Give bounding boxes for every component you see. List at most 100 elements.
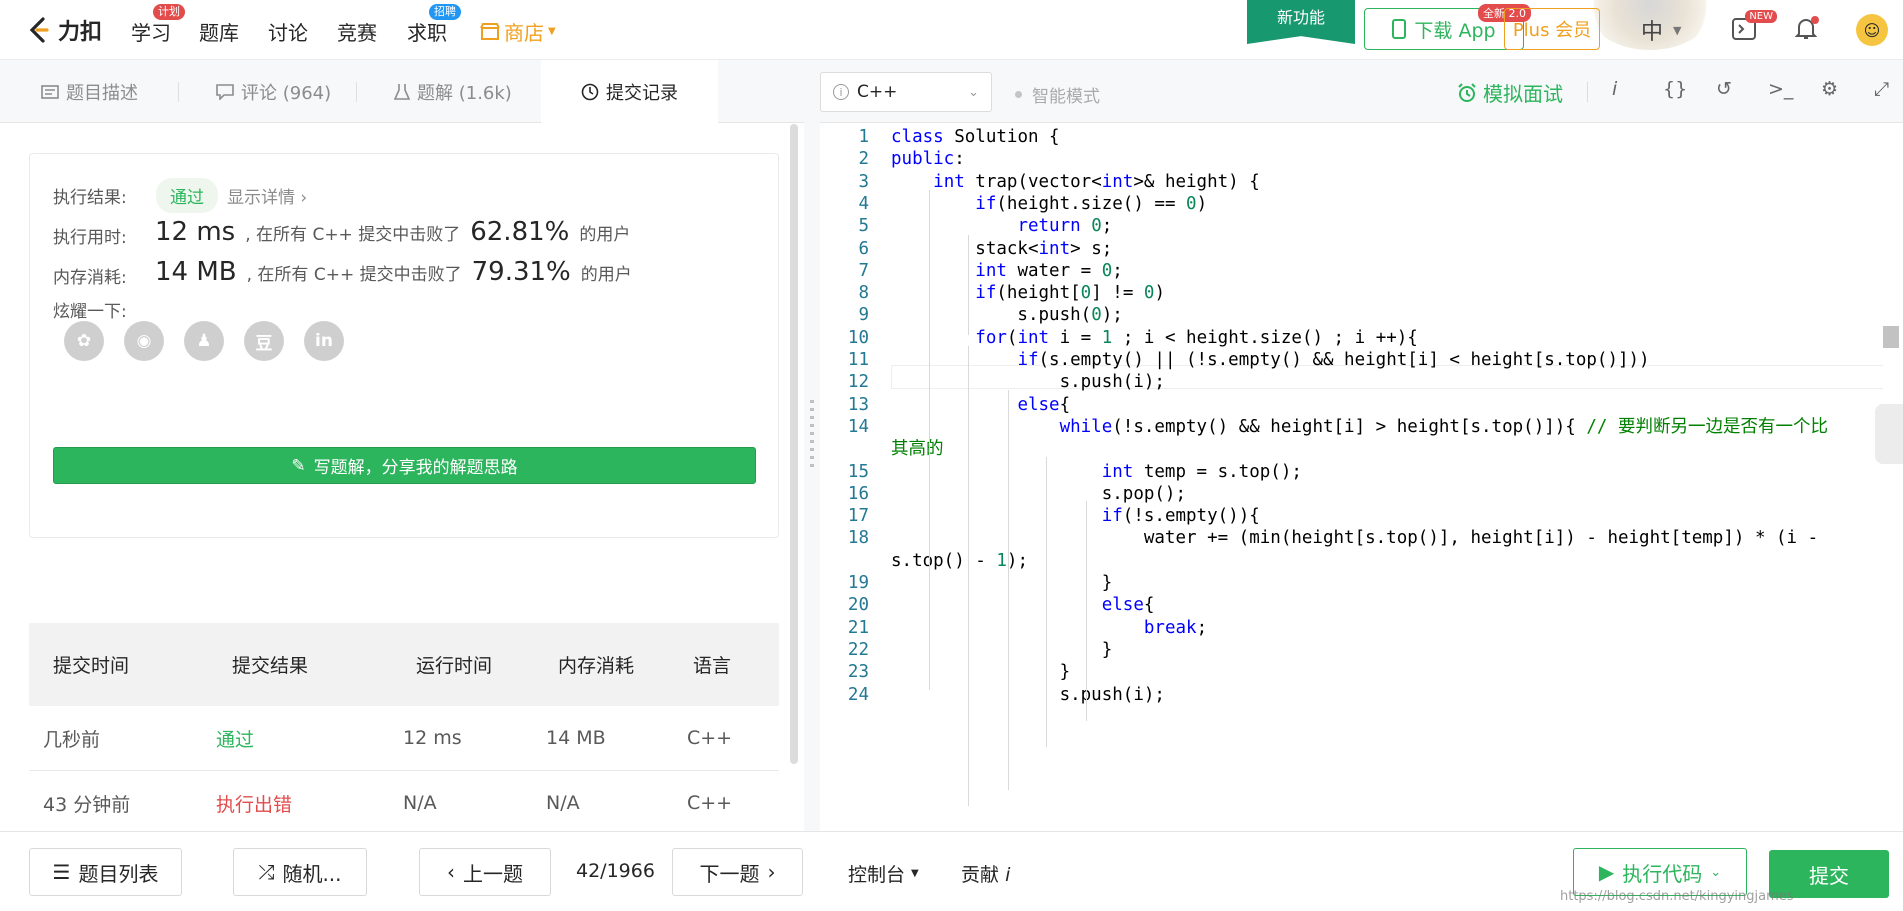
- code-area[interactable]: 1 class Solution {2 public: 3 int trap(vect…: [820, 123, 1903, 827]
- header-result: 提交结果: [232, 655, 309, 677]
- panel-splitter[interactable]: [804, 60, 820, 831]
- info-italic-icon[interactable]: i: [1612, 78, 1617, 100]
- tab-solutions[interactable]: 题解 (1.6k): [394, 60, 512, 123]
- run-code-label: 执行代码: [1622, 861, 1703, 886]
- weibo-icon[interactable]: ◉: [124, 321, 164, 361]
- table-header: 提交时间 提交结果 运行时间 内存消耗 语言: [29, 623, 779, 706]
- submission-runtime: N/A: [403, 792, 437, 814]
- code-editor-panel: i C++ ⌄ 智能模式 模拟面试 i {} ↺ >_ ⚙ ⤢ 1 class S…: [820, 60, 1903, 831]
- table-row[interactable]: 几秒前 通过 12 ms 14 MB C++: [29, 706, 779, 771]
- code-line[interactable]: 14 while(!s.empty() && height[i] > heigh…: [820, 414, 1880, 441]
- notification-button[interactable]: [1789, 12, 1823, 46]
- console-toggle[interactable]: 控制台 ▼: [848, 860, 919, 887]
- nav-jobs-label: 求职: [407, 21, 447, 45]
- header-runtime: 运行时间: [416, 655, 493, 677]
- linkedin-icon[interactable]: in: [304, 321, 344, 361]
- runtime-label: 执行用时:: [53, 228, 127, 248]
- plus-member-button[interactable]: Plus 会员: [1504, 8, 1600, 50]
- problem-tabs: 题目描述 评论 (964) 题解 (1.6k) 提交记录: [0, 60, 804, 123]
- memory-tail: 的用户: [580, 265, 632, 285]
- avatar-image: ☺: [1863, 20, 1881, 40]
- submission-result[interactable]: 执行出错: [216, 790, 403, 817]
- shuffle-icon: ⤮: [258, 860, 275, 884]
- nav-problems[interactable]: 题库: [199, 17, 239, 46]
- tab-description[interactable]: 题目描述: [41, 60, 138, 123]
- show-details-link[interactable]: 显示详情 ›: [227, 183, 307, 208]
- editor-scrollbar-thumb[interactable]: [1883, 326, 1899, 348]
- wechat-icon[interactable]: ✿: [64, 321, 104, 361]
- leetcode-logo[interactable]: 力扣: [26, 12, 102, 48]
- language-label: 中: [1641, 20, 1664, 45]
- indent-guide: [929, 190, 930, 690]
- submission-result[interactable]: 通过: [216, 725, 403, 752]
- language-select[interactable]: i C++ ⌄: [820, 72, 992, 112]
- prev-problem-button[interactable]: ‹ 上一题: [419, 848, 551, 896]
- fullscreen-icon[interactable]: ⤢: [1874, 78, 1889, 100]
- play-icon: ▶: [1598, 860, 1615, 884]
- braces-icon[interactable]: {}: [1663, 78, 1687, 100]
- qq-icon[interactable]: ♟: [184, 321, 224, 361]
- document-icon: [41, 84, 59, 99]
- store-icon: [480, 22, 500, 40]
- nav-jobs[interactable]: 求职 招聘: [407, 4, 461, 46]
- chevron-down-icon: ▼: [548, 26, 556, 37]
- mock-interview-button[interactable]: 模拟面试: [1457, 78, 1563, 107]
- tab-submissions[interactable]: 提交记录: [541, 60, 718, 123]
- random-button[interactable]: ⤮ 随机...: [233, 848, 367, 896]
- clock-icon: [581, 83, 599, 100]
- chevron-right-icon: ›: [767, 860, 776, 884]
- chevron-down-icon: ▼: [911, 868, 919, 879]
- reset-icon[interactable]: ↺: [1716, 78, 1732, 100]
- language-switch[interactable]: 中 ▼: [1641, 14, 1681, 46]
- tab-submissions-label: 提交记录: [606, 82, 678, 104]
- bottom-bar: ☰ 题目列表 ⤮ 随机... ‹ 上一题 42/1966 下一题 › 控制台 ▼…: [0, 831, 1903, 911]
- douban-icon[interactable]: 豆: [244, 321, 284, 361]
- runtime-percentile: 62.81%: [470, 217, 570, 247]
- smart-mode-toggle[interactable]: 智能模式: [1015, 82, 1100, 107]
- terminal-icon[interactable]: >_: [1768, 78, 1793, 100]
- submission-memory: 14 MB: [546, 727, 606, 749]
- table-row[interactable]: 43 分钟前 执行出错 N/A N/A C++: [29, 771, 779, 831]
- tab-comments[interactable]: 评论 (964): [216, 60, 331, 123]
- new-feature-banner[interactable]: 新功能: [1247, 0, 1355, 44]
- settings-icon[interactable]: ⚙: [1821, 78, 1838, 100]
- memory-label: 内存消耗:: [53, 268, 127, 288]
- drag-handle-icon: [810, 400, 814, 470]
- editor-toolbar: i C++ ⌄ 智能模式 模拟面试 i {} ↺ >_ ⚙ ⤢: [820, 60, 1903, 123]
- download-app-button[interactable]: 下载 App 全新 2.0: [1364, 4, 1531, 50]
- contribute-button[interactable]: 贡献 i: [961, 860, 1010, 887]
- runtime-text: , 在所有 C++ 提交中击败了: [245, 225, 461, 245]
- side-panel-tab[interactable]: [1875, 404, 1903, 464]
- header-language: 语言: [693, 655, 732, 677]
- next-problem-button[interactable]: 下一题 ›: [672, 848, 803, 896]
- memory-percentile: 79.31%: [471, 257, 571, 287]
- nav-contest[interactable]: 竞赛: [337, 17, 377, 46]
- nav-study[interactable]: 学习 计划: [131, 4, 185, 46]
- share-buttons: ✿ ◉ ♟ 豆 in: [64, 321, 344, 361]
- playground-button[interactable]: NEW: [1727, 10, 1777, 46]
- header-time: 提交时间: [53, 655, 130, 677]
- watermark-text: https://blog.csdn.net/kingyingjames: [1560, 889, 1794, 904]
- editor-scrollbar-track[interactable]: [1883, 123, 1903, 827]
- header-memory: 内存消耗: [558, 655, 635, 677]
- language-value: C++: [857, 82, 898, 102]
- tab-divider: [356, 82, 357, 102]
- nav-store[interactable]: 商店 ▼: [480, 17, 556, 46]
- left-scrollbar[interactable]: [790, 124, 798, 764]
- problem-list-button[interactable]: ☰ 题目列表: [29, 848, 182, 896]
- console-label: 控制台: [848, 864, 906, 886]
- nav-store-label: 商店: [504, 21, 544, 45]
- line-number: 14: [847, 416, 869, 437]
- submission-time: 43 分钟前: [43, 793, 131, 816]
- write-solution-button[interactable]: ✎ 写题解，分享我的解题思路: [53, 447, 756, 484]
- toolbar-divider: [1587, 82, 1588, 102]
- submission-runtime: 12 ms: [403, 727, 462, 749]
- nav-discuss[interactable]: 讨论: [268, 17, 308, 46]
- user-avatar[interactable]: ☺: [1856, 14, 1888, 46]
- code-line[interactable]: 24 s.push(i);: [820, 682, 1880, 709]
- memory-value: 14 MB: [155, 257, 237, 287]
- info-italic-icon: i: [1005, 864, 1011, 886]
- memory-text: , 在所有 C++ 提交中击败了: [246, 265, 462, 285]
- top-navigation: 力扣 学习 计划 题库 讨论 竞赛 求职 招聘 商店 ▼ 新功能 下载 App …: [0, 0, 1903, 60]
- code-text: while(!s.empty() && height[i] > height[s…: [1059, 416, 1828, 437]
